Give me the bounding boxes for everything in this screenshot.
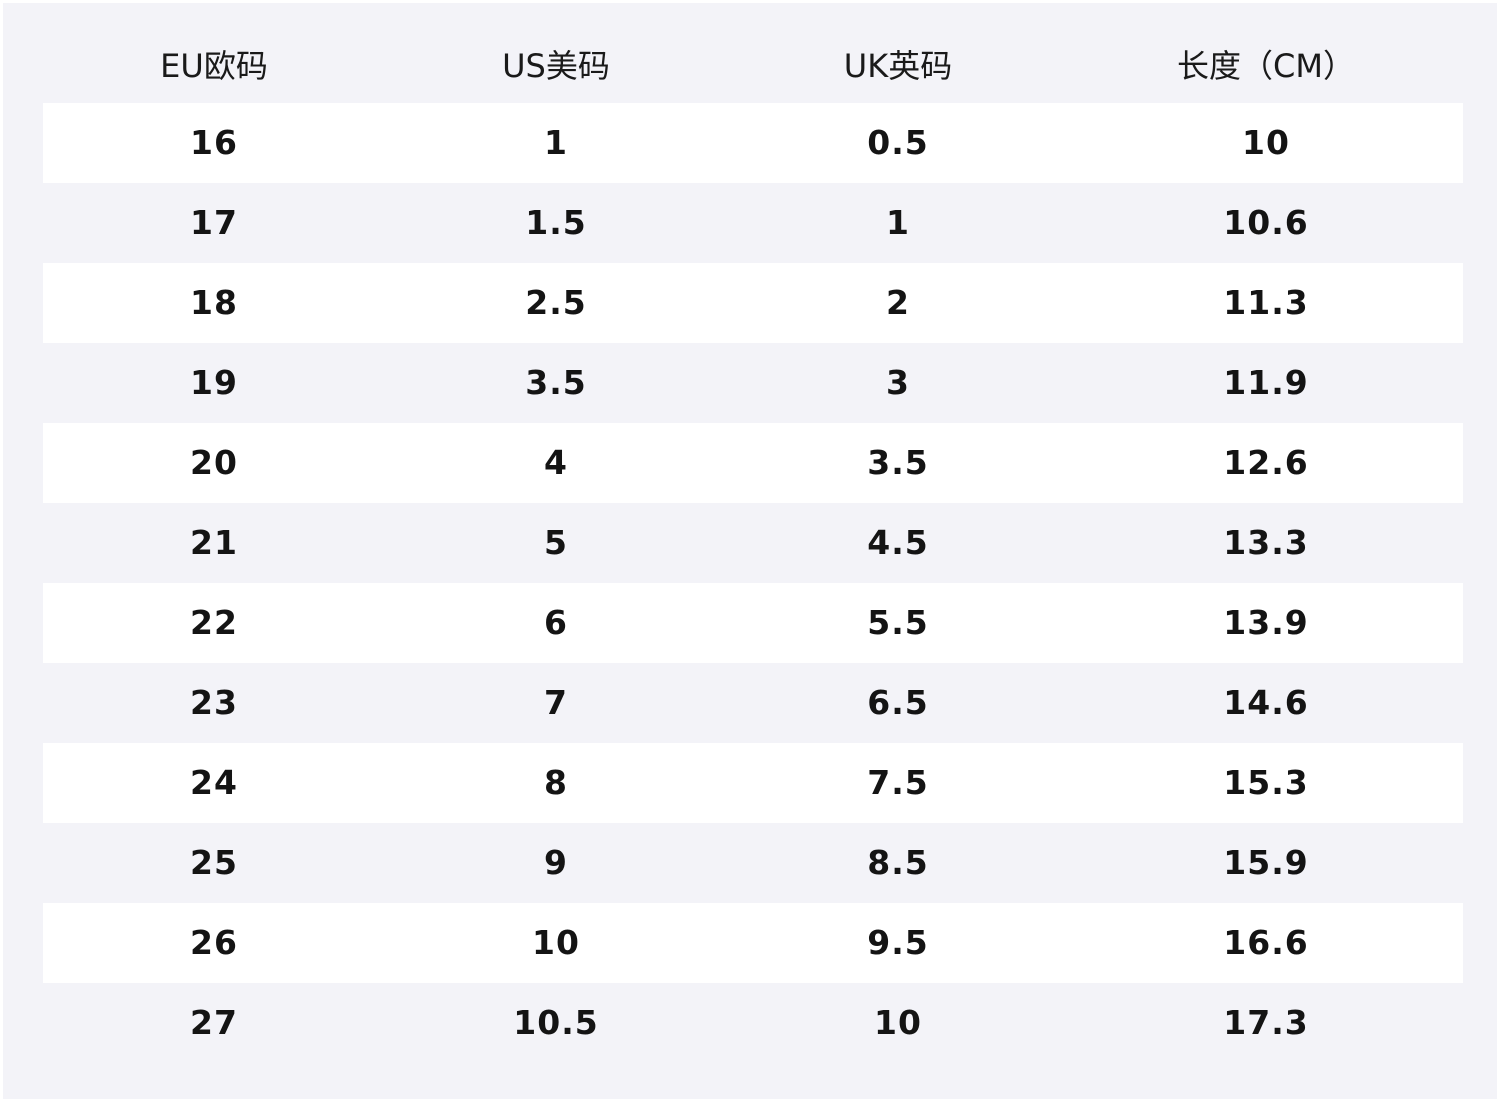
cell-length: 12.6 [1223, 443, 1309, 482]
cell-us: 1 [544, 123, 568, 162]
header-eu: EU欧码 [160, 47, 268, 85]
cell-us: 3.5 [525, 363, 587, 402]
table-row: 26 10 9.5 16.6 [43, 903, 1463, 983]
cell-eu: 22 [190, 603, 238, 642]
cell-uk: 3.5 [867, 443, 929, 482]
cell-us: 1.5 [525, 203, 587, 242]
table-row: 19 3.5 3 11.9 [43, 343, 1463, 423]
table-row: 17 1.5 1 10.6 [43, 183, 1463, 263]
cell-uk: 9.5 [867, 923, 929, 962]
cell-eu: 17 [190, 203, 238, 242]
cell-eu: 26 [190, 923, 238, 962]
header-uk: UK英码 [843, 47, 953, 85]
cell-length: 16.6 [1223, 923, 1309, 962]
cell-eu: 18 [190, 283, 238, 322]
cell-uk: 3 [886, 363, 910, 402]
cell-us: 6 [544, 603, 568, 642]
cell-us: 2.5 [525, 283, 587, 322]
header-length: 长度（CM） [1177, 47, 1355, 85]
cell-length: 11.9 [1223, 363, 1309, 402]
cell-length: 13.3 [1223, 523, 1309, 562]
table-row: 16 1 0.5 10 [43, 103, 1463, 183]
header-us: US美码 [502, 47, 610, 85]
cell-uk: 5.5 [867, 603, 929, 642]
cell-length: 15.9 [1223, 843, 1309, 882]
cell-uk: 6.5 [867, 683, 929, 722]
table-row: 20 4 3.5 12.6 [43, 423, 1463, 503]
cell-eu: 27 [190, 1003, 238, 1042]
cell-length: 10 [1242, 123, 1290, 162]
table-row: 21 5 4.5 13.3 [43, 503, 1463, 583]
cell-us: 9 [544, 843, 568, 882]
size-chart-card: EU欧码 US美码 UK英码 长度（CM） 16 1 0.5 10 17 1.5 1 10.6… [3, 3, 1497, 1099]
table-row: 18 2.5 2 11.3 [43, 263, 1463, 343]
cell-uk: 10 [874, 1003, 922, 1042]
cell-eu: 24 [190, 763, 238, 802]
cell-eu: 21 [190, 523, 238, 562]
cell-eu: 16 [190, 123, 238, 162]
cell-us: 5 [544, 523, 568, 562]
cell-length: 15.3 [1223, 763, 1309, 802]
cell-eu: 25 [190, 843, 238, 882]
cell-eu: 19 [190, 363, 238, 402]
cell-length: 17.3 [1223, 1003, 1309, 1042]
table-row: 27 10.5 10 17.3 [43, 983, 1463, 1063]
cell-length: 14.6 [1223, 683, 1309, 722]
table-row: 22 6 5.5 13.9 [43, 583, 1463, 663]
cell-uk: 2 [886, 283, 910, 322]
cell-us: 10.5 [513, 1003, 599, 1042]
table-row: 24 8 7.5 15.3 [43, 743, 1463, 823]
cell-uk: 7.5 [867, 763, 929, 802]
cell-uk: 4.5 [867, 523, 929, 562]
cell-length: 13.9 [1223, 603, 1309, 642]
table-header: EU欧码 US美码 UK英码 长度（CM） [43, 26, 1463, 106]
table-row: 25 9 8.5 15.9 [43, 823, 1463, 903]
cell-length: 11.3 [1223, 283, 1309, 322]
cell-us: 7 [544, 683, 568, 722]
cell-uk: 0.5 [867, 123, 929, 162]
cell-us: 10 [532, 923, 580, 962]
cell-eu: 20 [190, 443, 238, 482]
cell-eu: 23 [190, 683, 238, 722]
table-row: 23 7 6.5 14.6 [43, 663, 1463, 743]
cell-uk: 1 [886, 203, 910, 242]
cell-us: 8 [544, 763, 568, 802]
cell-uk: 8.5 [867, 843, 929, 882]
cell-us: 4 [544, 443, 568, 482]
cell-length: 10.6 [1223, 203, 1309, 242]
